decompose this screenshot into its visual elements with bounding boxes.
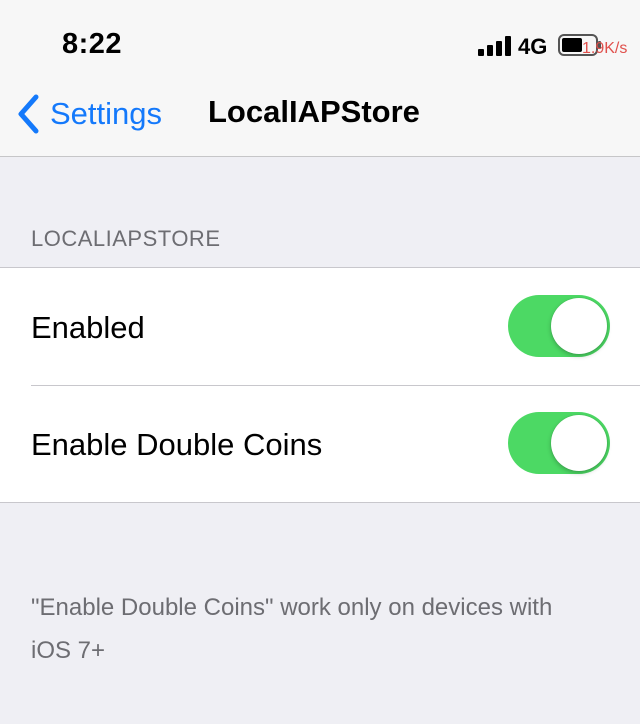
chevron-left-icon: [18, 94, 39, 134]
section-footer: "Enable Double Coins" work only on devic…: [31, 594, 553, 664]
double-coins-toggle[interactable]: [508, 412, 610, 474]
cellular-signal-icon: [478, 36, 511, 56]
status-time: 8:22: [62, 28, 123, 60]
network-speed: 1.9K/s: [582, 40, 628, 57]
back-button[interactable]: Settings: [16, 92, 162, 136]
enabled-row: Enabled: [0, 268, 640, 385]
toggle-knob: [551, 415, 607, 471]
enabled-label: Enabled: [31, 310, 145, 345]
status-bar: 8:22 4G 1.9K/s: [0, 0, 640, 80]
back-button-label: Settings: [50, 96, 163, 131]
section-header: LOCALIAPSTORE: [31, 226, 221, 251]
settings-group: Enabled Enable Double Coins: [0, 267, 640, 503]
double-coins-label: Enable Double Coins: [31, 427, 323, 462]
enabled-toggle[interactable]: [508, 295, 610, 357]
page-title: LocalIAPStore: [208, 94, 420, 129]
toggle-knob: [551, 298, 607, 354]
double-coins-row: Enable Double Coins: [0, 385, 640, 502]
navigation-bar: Settings LocalIAPStore: [0, 80, 640, 157]
network-type: 4G: [518, 34, 548, 59]
